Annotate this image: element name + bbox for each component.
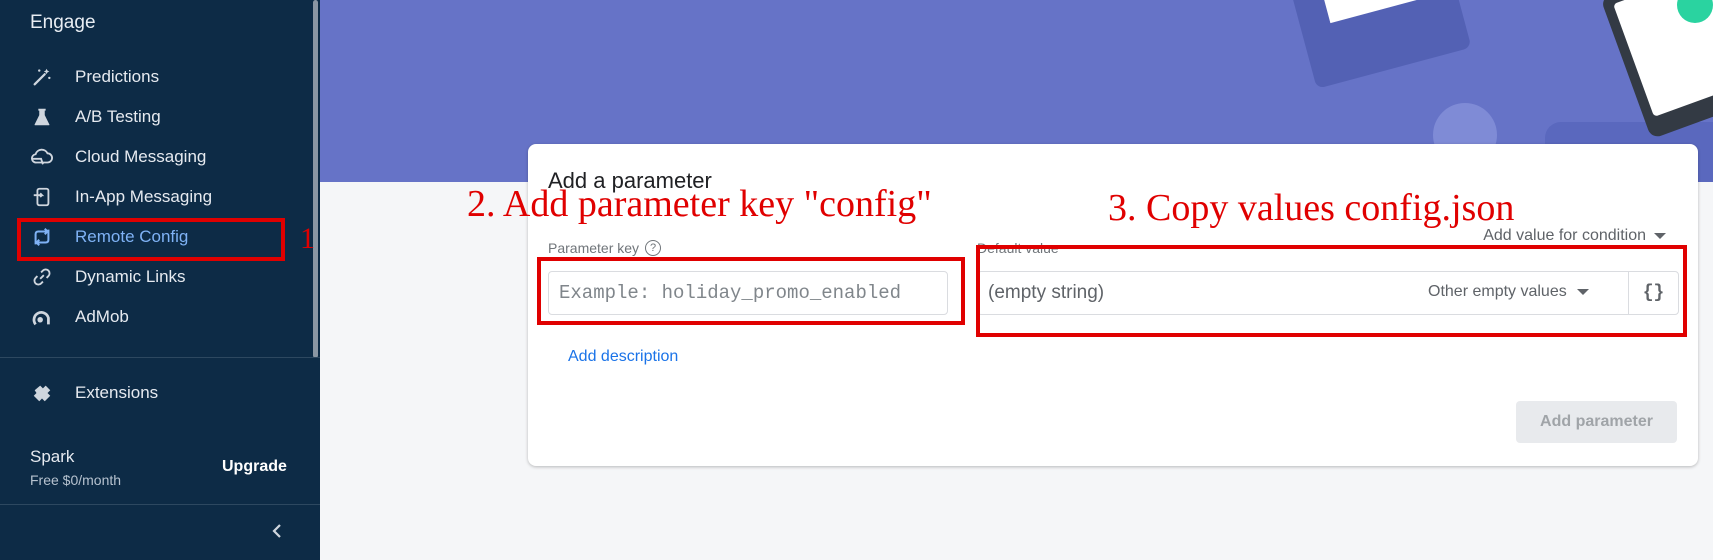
sidebar-item-admob[interactable]: AdMob xyxy=(0,297,300,337)
admob-icon xyxy=(30,305,54,329)
sidebar-divider xyxy=(0,357,320,358)
extensions-icon xyxy=(30,381,54,405)
chevron-left-icon xyxy=(270,523,284,544)
sidebar-item-label: Remote Config xyxy=(75,227,189,246)
sidebar-item-cloud-messaging[interactable]: Cloud Messaging xyxy=(0,137,300,177)
sidebar-divider xyxy=(0,504,320,505)
flask-icon xyxy=(30,105,54,129)
sidebar-item-dynamic-links[interactable]: Dynamic Links xyxy=(0,257,300,297)
sidebar-item-label: AdMob xyxy=(75,307,129,326)
caret-down-icon xyxy=(1576,283,1589,301)
in-app-message-icon xyxy=(30,185,54,209)
magic-wand-icon xyxy=(30,65,54,89)
remote-config-icon xyxy=(30,225,54,249)
sidebar-item-label: In-App Messaging xyxy=(75,187,213,206)
help-icon[interactable]: ? xyxy=(645,240,662,256)
plan-name: Spark xyxy=(30,447,75,466)
sidebar-item-label: Cloud Messaging xyxy=(75,147,207,166)
default-value-field: Other empty values {} xyxy=(977,271,1679,315)
sidebar-scrollbar[interactable] xyxy=(313,0,318,358)
sidebar-section-title: Engage xyxy=(30,12,96,33)
sidebar-item-label: Extensions xyxy=(75,383,159,402)
other-empty-values-label: Other empty values xyxy=(1428,283,1567,300)
default-value-input[interactable] xyxy=(978,272,1398,314)
upgrade-button[interactable]: Upgrade xyxy=(222,458,287,476)
parameter-key-input[interactable] xyxy=(548,271,948,315)
parameter-key-label: Parameter key ? xyxy=(548,240,662,256)
parameter-key-label-text: Parameter key xyxy=(548,240,640,256)
sidebar-item-label: A/B Testing xyxy=(75,107,161,126)
json-editor-button[interactable]: {} xyxy=(1628,272,1678,314)
other-empty-values-dropdown[interactable]: Other empty values xyxy=(1428,283,1589,301)
sidebar-item-label: Dynamic Links xyxy=(75,267,186,286)
sidebar: Engage Predictions A/B Testing Cloud Mes… xyxy=(0,0,320,560)
sidebar-item-label: Predictions xyxy=(75,67,160,86)
sidebar-item-extensions[interactable]: Extensions xyxy=(0,373,300,413)
sidebar-item-predictions[interactable]: Predictions xyxy=(0,57,300,97)
sidebar-item-remote-config[interactable]: Remote Config xyxy=(0,217,300,257)
sidebar-item-in-app-messaging[interactable]: In-App Messaging xyxy=(0,177,300,217)
default-value-label: Default value xyxy=(977,240,1059,256)
link-icon xyxy=(30,265,54,289)
plan-price: Free $0/month xyxy=(30,472,122,488)
annotation-step-1: 1 xyxy=(300,222,315,255)
annotation-step-2: 2. Add parameter key "config" xyxy=(467,183,932,225)
sidebar-item-ab-testing[interactable]: A/B Testing xyxy=(0,97,300,137)
caret-down-icon xyxy=(1654,227,1666,245)
annotation-step-3: 3. Copy values config.json xyxy=(1108,187,1515,229)
cloud-message-icon xyxy=(30,145,54,169)
collapse-sidebar-button[interactable] xyxy=(266,522,288,544)
add-description-link[interactable]: Add description xyxy=(568,348,678,366)
add-parameter-button[interactable]: Add parameter xyxy=(1516,401,1677,443)
